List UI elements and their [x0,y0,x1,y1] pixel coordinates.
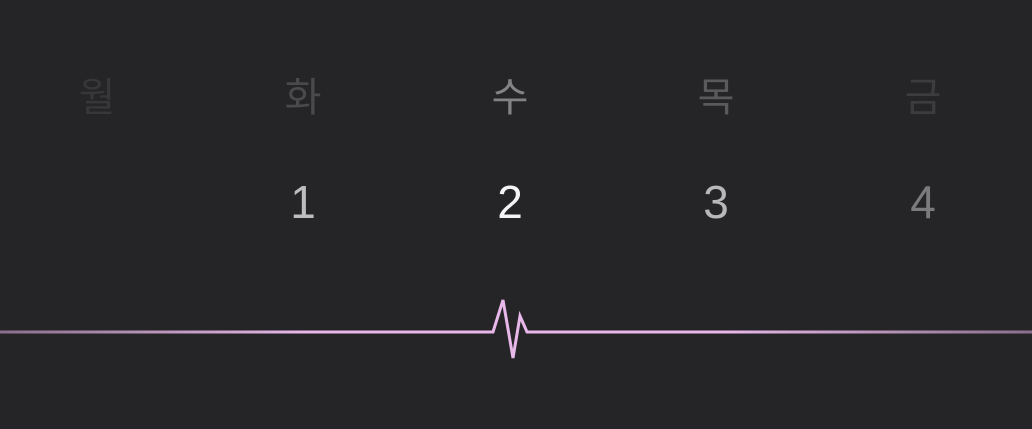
heartbeat-path [0,299,1032,359]
date-row: 1 2 3 4 [0,172,1032,232]
date-cell-thu[interactable]: 3 [656,172,776,232]
heartbeat-line-icon [0,299,1032,359]
weekday-label-thu: 목 [697,75,735,121]
weekday-header-row: 월 화 수 목 금 [0,68,1032,128]
weekday-label-wed: 수 [491,75,529,121]
date-cell-mon[interactable] [37,172,157,232]
date-cell-tue[interactable]: 1 [243,172,363,232]
date-cell-wed-selected[interactable]: 2 [450,172,570,232]
week-date-picker: 월 화 수 목 금 1 2 3 4 [0,0,1032,429]
weekday-label-tue: 화 [284,75,322,121]
date-cell-fri[interactable]: 4 [863,172,983,232]
weekday-label-mon: 월 [78,75,116,121]
weekday-label-fri: 금 [904,75,942,121]
